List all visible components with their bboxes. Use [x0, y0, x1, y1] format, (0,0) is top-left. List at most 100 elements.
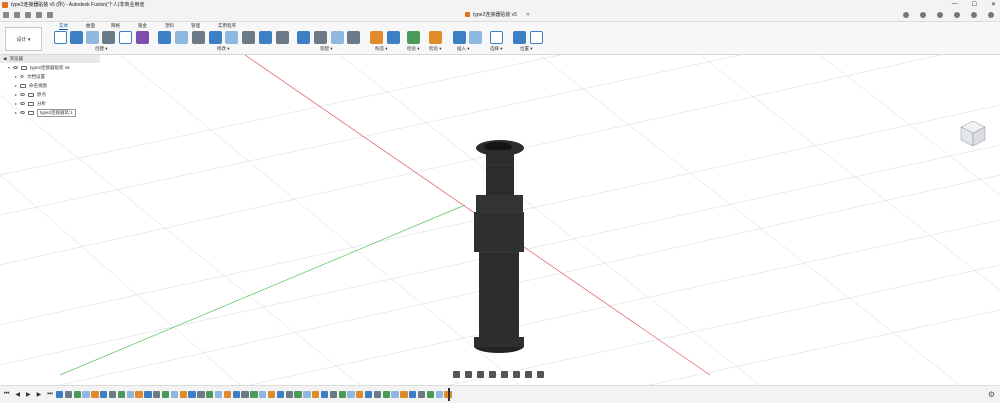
plane-at-angle-icon[interactable] [387, 31, 400, 44]
joint-origin-icon[interactable] [347, 31, 360, 44]
pan-icon[interactable] [477, 371, 484, 378]
timeline-feature-icon[interactable] [417, 391, 426, 398]
expand-root-icon[interactable]: ▾ [8, 65, 10, 70]
timeline-feature-icon[interactable] [170, 391, 179, 398]
timeline-feature-icon[interactable] [126, 391, 134, 398]
visibility-eye-icon[interactable] [20, 102, 26, 105]
hole-icon[interactable] [102, 31, 115, 44]
timeline-next-button[interactable]: ▶ [37, 391, 42, 398]
timeline-feature-icon[interactable] [64, 391, 73, 398]
grid-menu-icon[interactable] [3, 12, 9, 18]
part-body[interactable] [474, 140, 524, 353]
collapse-browser-icon[interactable]: ◀ [3, 56, 6, 62]
browser-item-origin[interactable]: ▸ 原点 [0, 90, 100, 99]
user-avatar[interactable] [988, 12, 994, 18]
tab-surface[interactable]: 曲面 [86, 23, 95, 29]
measure-icon[interactable] [407, 31, 420, 44]
timeline-feature-icon[interactable] [285, 391, 293, 398]
timeline-feature-icon[interactable] [82, 391, 90, 398]
timeline-feature-icon[interactable] [197, 391, 205, 398]
timeline-feature-icon[interactable] [259, 391, 267, 398]
close-button[interactable]: ✕ [991, 1, 996, 8]
revolve-icon[interactable] [86, 31, 99, 44]
viewports-icon[interactable] [537, 371, 544, 378]
help-icon[interactable] [971, 12, 977, 18]
combine-icon[interactable] [225, 31, 238, 44]
look-at-icon[interactable] [465, 371, 472, 378]
extensions-icon[interactable] [920, 12, 926, 18]
joint-icon[interactable] [314, 31, 327, 44]
tab-plastic[interactable]: 塑料 [165, 23, 174, 29]
timeline-feature-icon[interactable] [382, 391, 390, 398]
view-cube[interactable] [958, 118, 988, 148]
expand-icon[interactable]: ▸ [15, 74, 17, 79]
group-inspect[interactable]: 检验 ▾ [429, 46, 442, 52]
timeline-feature-icon[interactable] [426, 391, 435, 398]
timeline-feature-icon[interactable] [117, 391, 126, 398]
timeline-feature-icon[interactable] [250, 391, 258, 398]
timeline-feature-icon[interactable] [223, 391, 232, 398]
timeline-feature-icon[interactable] [153, 391, 161, 398]
timeline-prev-button[interactable]: ◀ [15, 391, 20, 398]
tab-solid[interactable]: 实体 [59, 23, 68, 30]
section-analysis-icon[interactable] [429, 31, 442, 44]
timeline-marker[interactable] [448, 388, 450, 401]
offset-plane-icon[interactable] [370, 31, 383, 44]
timeline-feature-icon[interactable] [312, 391, 320, 398]
group-select[interactable]: 选择 ▾ [490, 46, 503, 52]
align-icon[interactable] [276, 31, 289, 44]
group-insert[interactable]: 插入 ▾ [457, 46, 470, 52]
tab-mesh[interactable]: 网格 [111, 23, 120, 29]
minimize-button[interactable]: — [952, 1, 958, 8]
timeline-feature-icon[interactable] [241, 391, 249, 398]
insert-derive-icon[interactable] [453, 31, 466, 44]
visibility-eye-icon[interactable] [20, 93, 26, 96]
canvas-viewport[interactable] [0, 54, 1000, 386]
fit-icon[interactable] [501, 371, 508, 378]
notifications-icon[interactable] [954, 12, 960, 18]
shell-icon[interactable] [209, 31, 222, 44]
expand-icon[interactable]: ▸ [15, 110, 17, 115]
timeline-settings-icon[interactable]: ⚙ [988, 390, 995, 399]
timeline-feature-icon[interactable] [329, 391, 337, 398]
timeline-feature-icon[interactable] [188, 391, 196, 398]
form-icon[interactable] [136, 31, 149, 44]
job-status-icon[interactable] [937, 12, 943, 18]
as-built-joint-icon[interactable] [331, 31, 344, 44]
create-sketch-icon[interactable] [54, 31, 67, 44]
display-settings-icon[interactable] [513, 371, 520, 378]
expand-icon[interactable]: ▸ [15, 83, 17, 88]
timeline-feature-icon[interactable] [400, 391, 408, 398]
group-construct[interactable]: 构造 ▾ [375, 46, 388, 52]
new-component-icon[interactable] [297, 31, 310, 44]
capture-position-icon[interactable] [513, 31, 526, 44]
timeline-feature-icon[interactable] [100, 391, 108, 398]
timeline-feature-icon[interactable] [294, 391, 302, 398]
browser-item-named-views[interactable]: ▸ 命名视图 [0, 81, 100, 90]
timeline-feature-icon[interactable] [108, 391, 117, 398]
press-pull-icon[interactable] [158, 31, 171, 44]
timeline-feature-icon[interactable] [338, 391, 346, 398]
expand-icon[interactable]: ▸ [15, 92, 17, 97]
timeline-feature-icon[interactable] [135, 391, 143, 398]
timeline-feature-icon[interactable] [179, 391, 187, 398]
timeline-feature-icon[interactable] [206, 391, 214, 398]
timeline-feature-icon[interactable] [91, 391, 99, 398]
browser-item-analysis[interactable]: ▸ 分析 [0, 99, 100, 108]
insert-image-icon[interactable] [469, 31, 482, 44]
browser-item-document-settings[interactable]: ▸ ⚙ 文档设置 [0, 72, 100, 81]
document-tab[interactable]: type2连接器贴装 v5 ✕ [465, 11, 530, 18]
group-position[interactable]: 位置 ▾ [520, 46, 533, 52]
timeline-feature-icon[interactable] [373, 391, 382, 398]
timeline-track[interactable] [56, 389, 452, 400]
timeline-feature-icon[interactable] [56, 391, 64, 398]
tab-manage[interactable]: 管理 [191, 23, 200, 29]
redo-icon[interactable] [47, 12, 53, 18]
new-tab-icon[interactable] [903, 12, 909, 18]
timeline-feature-icon[interactable] [391, 391, 399, 398]
timeline-feature-icon[interactable] [320, 391, 329, 398]
group-modify[interactable]: 修改 ▾ [217, 46, 230, 52]
timeline-feature-icon[interactable] [267, 391, 276, 398]
close-tab-icon[interactable]: ✕ [526, 12, 530, 18]
move-copy-icon[interactable] [242, 31, 255, 44]
